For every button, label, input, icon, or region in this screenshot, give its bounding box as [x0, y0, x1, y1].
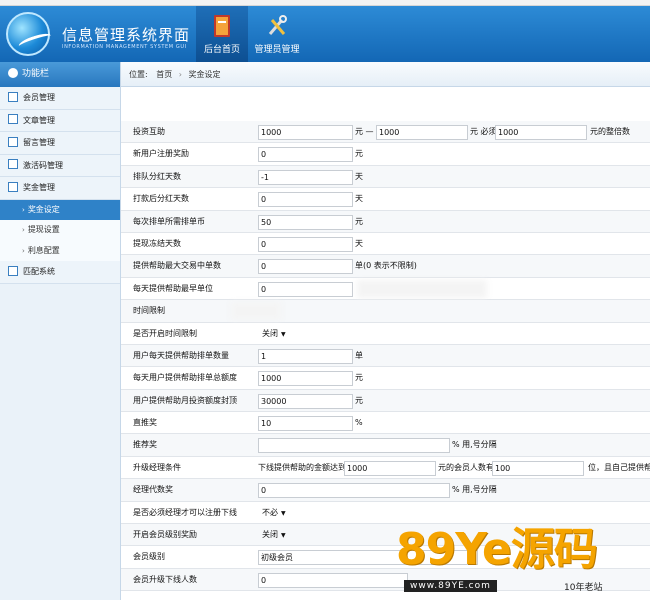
blurred-region — [231, 302, 281, 321]
form-row: 投资互助 元 — 元 必须 元的整倍数 — [121, 121, 650, 144]
chevron-right-icon: › — [22, 246, 25, 255]
new-user-bonus-input[interactable] — [258, 147, 353, 163]
sidebar-sub-withdraw-settings[interactable]: › 提现设置 — [0, 220, 120, 241]
manager-downline-amount-input[interactable] — [344, 460, 436, 476]
sidebar-sub-bonus-settings[interactable]: › 奖金设定 — [0, 199, 120, 220]
form-row: 推荐奖 % 用,号分隔 — [121, 434, 650, 457]
list-icon — [8, 181, 18, 192]
field-label: 投资互助 — [133, 127, 165, 136]
payment-dividend-days-input[interactable] — [258, 192, 353, 208]
investment-multiple-input[interactable] — [495, 125, 587, 140]
system-title: 信息管理系统界面 — [62, 26, 191, 44]
form-row: 用户每天提供帮助排单数量 单 — [121, 344, 650, 368]
sidebar-item-matching-system[interactable]: 匹配系统 — [0, 261, 120, 284]
member-upgrade-count-input[interactable] — [258, 572, 408, 588]
form-row: 每天提供帮助最早单位 — [121, 277, 650, 301]
edit-icon — [8, 114, 18, 124]
sidebar-item-article-management[interactable]: 文章管理 — [0, 109, 120, 132]
chevron-right-icon: › — [22, 226, 25, 234]
time-limit-select[interactable]: 关闭 ▼ — [262, 328, 286, 339]
manager-register-select[interactable]: 不必 ▼ — [262, 507, 286, 518]
form-row: 时间限制 — [121, 300, 650, 323]
daily-order-count-input[interactable] — [258, 348, 353, 364]
app-header: 信息管理系统界面 INFORMATION MANAGEMENT SYSTEM G… — [0, 6, 650, 62]
tools-icon — [268, 15, 287, 35]
sidebar-item-member-management[interactable]: 会员管理 — [0, 87, 120, 110]
investment-min-input[interactable] — [258, 125, 353, 140]
nav-admin-label: 管理员管理 — [254, 45, 300, 55]
max-orders-input[interactable] — [258, 259, 353, 275]
form-row: 直推奖 % — [121, 412, 650, 435]
breadcrumb-current: 奖金设定 — [188, 70, 221, 79]
form-row: 新用户注册奖励 元 — [121, 143, 650, 166]
sidebar-item-message-management[interactable]: 留言管理 — [0, 132, 120, 155]
manager-member-count-input[interactable] — [492, 460, 584, 476]
caret-down-icon: ▼ — [281, 509, 286, 517]
form-row: 用户提供帮助月投资额度封顶 元 — [121, 389, 650, 413]
member-level-bonus-select[interactable]: 关闭 ▼ — [262, 529, 286, 540]
nav-admin-management[interactable]: 管理员管理 — [250, 6, 304, 62]
chevron-right-icon: › — [22, 205, 25, 214]
book-icon — [214, 15, 230, 37]
queue-dividend-days-input[interactable] — [258, 169, 353, 185]
sidebar-header: 功能栏 — [0, 62, 120, 87]
form-row: 经理代数奖 % 用,号分隔 — [121, 479, 650, 502]
daily-order-total-input[interactable] — [258, 371, 353, 387]
form-row: 打款后分红天数 天 — [121, 188, 650, 211]
form-row: 每次排单所需排单币 元 — [121, 210, 650, 233]
caret-down-icon: ▼ — [281, 330, 286, 338]
system-subtitle: INFORMATION MANAGEMENT SYSTEM GUI — [62, 44, 187, 50]
breadcrumb-home-link[interactable]: 首页 — [156, 70, 172, 79]
watermark: 89Ye源码 www.89YE.com 10年老站 — [396, 524, 603, 593]
logo-globe-icon — [6, 12, 53, 56]
monthly-cap-input[interactable] — [258, 393, 353, 409]
list-icon — [8, 159, 18, 169]
sidebar-item-activation-code-management[interactable]: 激活码管理 — [0, 154, 120, 177]
edit-icon — [8, 136, 18, 147]
nav-home-label: 后台首页 — [203, 45, 240, 55]
blurred-region — [357, 279, 487, 298]
form-row: 排队分红天数 天 — [121, 165, 650, 189]
form-row: 每天用户提供帮助排单总额度 元 — [121, 367, 650, 390]
form-row: 提供帮助最大交易中单数 单(0 表示不限制) — [121, 255, 650, 278]
withdraw-freeze-days-input[interactable] — [258, 236, 353, 252]
recommend-bonus-input[interactable] — [258, 438, 450, 454]
sidebar-sub-interest-config[interactable]: › 利息配置 — [0, 240, 120, 261]
form-row: 是否必须经理才可以注册下线 不必 ▼ — [121, 501, 650, 525]
nav-home[interactable]: 后台首页 — [196, 6, 248, 62]
earliest-order-input[interactable] — [258, 281, 353, 297]
sidebar-item-bonus-management[interactable]: 奖金管理 — [0, 177, 120, 200]
direct-referral-bonus-input[interactable] — [258, 416, 353, 432]
form-row: 是否开启时间限制 关闭 ▼ — [121, 322, 650, 345]
sidebar: 功能栏 会员管理 文章管理 留言管理 激活码管理 奖金管理 › 奖金设定 › 提现设… — [0, 62, 121, 600]
queue-coin-input[interactable] — [258, 214, 353, 230]
function-bar-icon — [8, 67, 18, 78]
form-row: 升级经理条件 下线提供帮助的金额达到 元的会员人数有 位，且自己提供帮 — [121, 456, 650, 480]
manager-generation-bonus-input[interactable] — [258, 483, 450, 499]
list-icon — [8, 265, 18, 276]
investment-max-input[interactable] — [376, 125, 468, 140]
form-row: 提现冻结天数 天 — [121, 232, 650, 256]
list-icon — [8, 91, 18, 102]
caret-down-icon: ▼ — [281, 532, 286, 540]
breadcrumb: 位置: 首页 › 奖金设定 — [121, 62, 650, 87]
bonus-settings-form: 投资互助 元 — 元 必须 元的整倍数 新用户注册奖励 元 排队分红天数 天 打… — [121, 121, 650, 592]
